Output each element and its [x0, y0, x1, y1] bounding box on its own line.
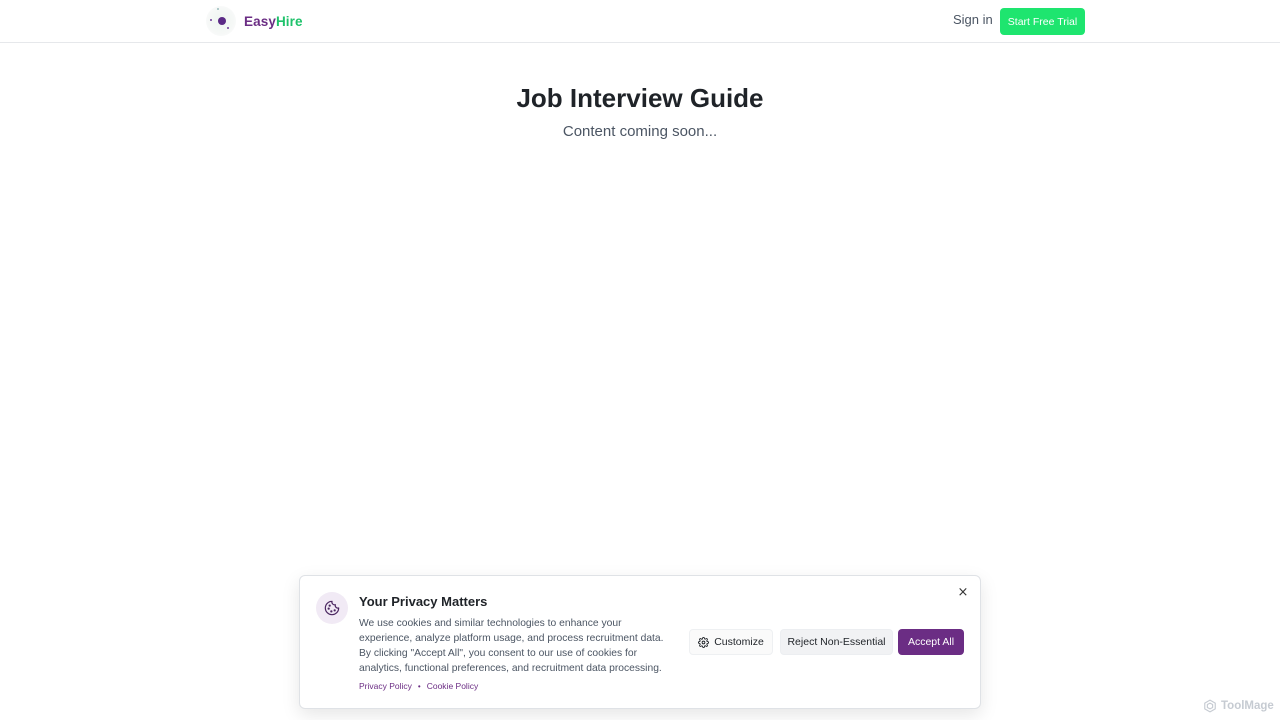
close-icon[interactable]: × — [955, 585, 971, 601]
customize-button[interactable]: Customize — [689, 629, 773, 655]
watermark: ToolMage — [1203, 699, 1274, 713]
sign-in-link[interactable]: Sign in — [953, 12, 993, 27]
cookie-banner-title: Your Privacy Matters — [359, 594, 488, 609]
gear-icon — [698, 636, 710, 648]
link-separator: • — [417, 681, 421, 691]
accept-all-button[interactable]: Accept All — [898, 629, 964, 655]
top-navbar: EasyHire Sign in Start Free Trial — [0, 0, 1280, 43]
start-free-trial-button[interactable]: Start Free Trial — [1000, 8, 1085, 35]
brand-name: EasyHire — [244, 13, 303, 29]
privacy-policy-link[interactable]: Privacy Policy — [359, 681, 412, 691]
toolmage-logo-icon — [1204, 699, 1216, 713]
cookie-banner-description: We use cookies and similar technologies … — [359, 618, 664, 674]
easyhire-logo-icon — [206, 6, 236, 36]
policy-links: Privacy Policy • Cookie Policy — [359, 681, 478, 691]
customize-label: Customize — [714, 636, 764, 648]
watermark-text: ToolMage — [1221, 700, 1274, 712]
cookie-icon — [316, 592, 348, 624]
reject-non-essential-button[interactable]: Reject Non-Essential — [780, 629, 893, 655]
page-subtitle: Content coming soon... — [562, 123, 718, 140]
cookie-policy-link[interactable]: Cookie Policy — [427, 681, 479, 691]
brand-logo[interactable]: EasyHire — [206, 6, 303, 36]
page-title: Job Interview Guide — [516, 83, 764, 113]
cookie-consent-banner: Your Privacy Matters We use cookies and … — [299, 575, 981, 709]
